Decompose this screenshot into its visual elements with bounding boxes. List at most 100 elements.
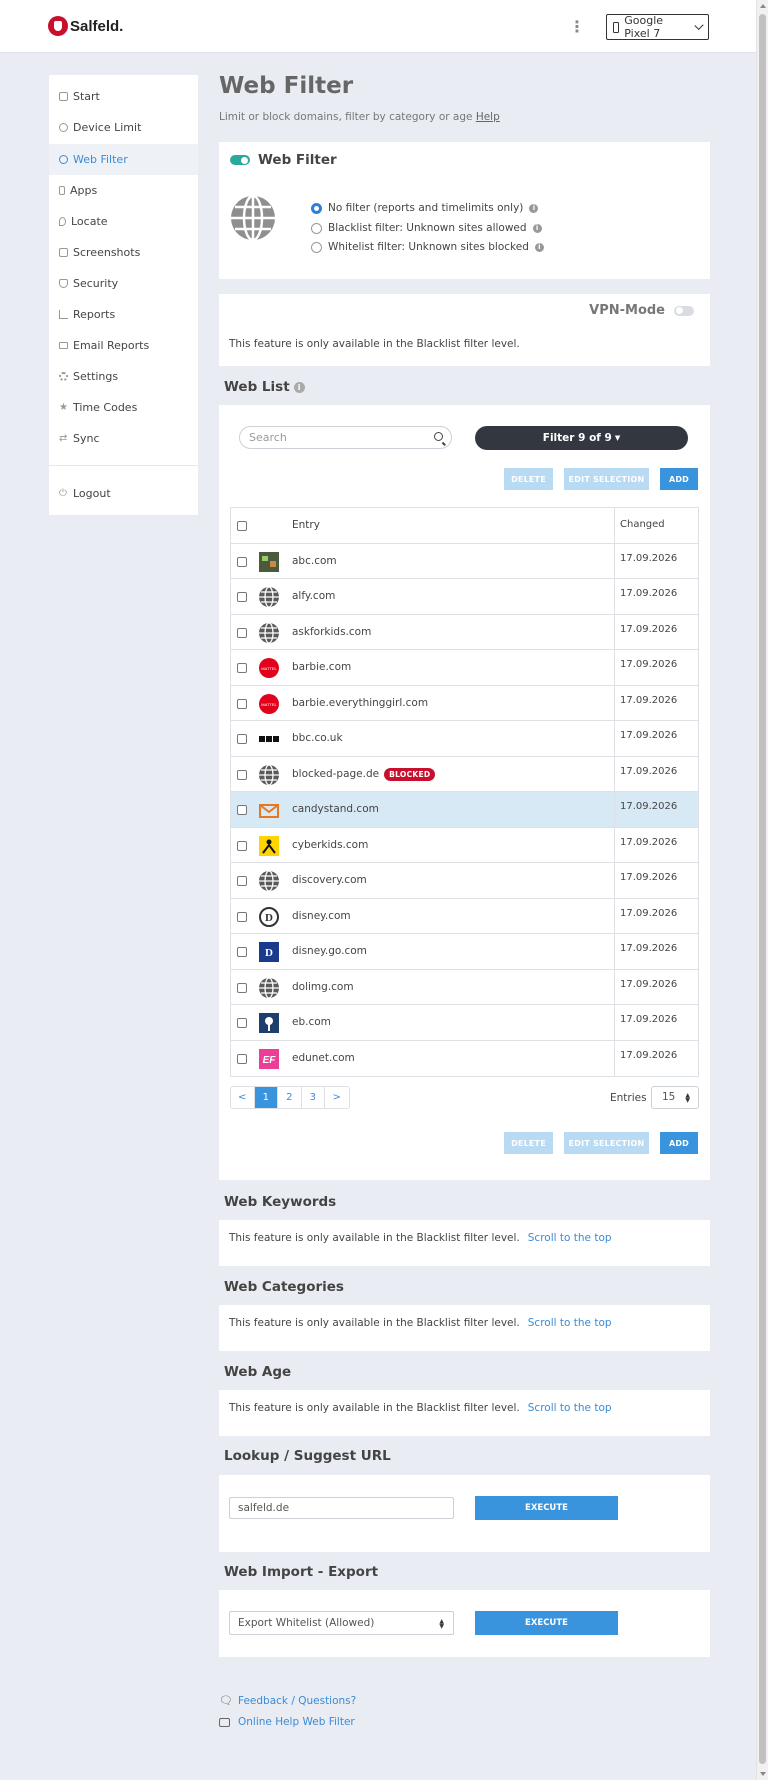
scroll-up-icon[interactable] xyxy=(760,4,766,8)
sidebar-item-sync[interactable]: ⇄ Sync xyxy=(49,423,198,454)
radio-whitelist-filter[interactable]: Whitelist filter: Unknown sites blocked … xyxy=(311,241,544,253)
row-checkbox[interactable] xyxy=(237,734,247,744)
sidebar-item-locate[interactable]: Locate xyxy=(49,206,198,237)
web-filter-toggle[interactable] xyxy=(230,155,250,165)
row-entry[interactable]: cyberkids.com xyxy=(292,839,368,851)
row-entry[interactable]: alfy.com xyxy=(292,590,335,602)
entries-per-page-select[interactable]: 15 ▲ ▼ xyxy=(651,1086,699,1109)
select-all-checkbox[interactable] xyxy=(237,521,247,531)
page-prev[interactable]: < xyxy=(231,1087,255,1108)
more-options-icon[interactable]: ⋮ xyxy=(569,18,585,36)
help-link[interactable]: Help xyxy=(476,111,500,123)
feedback-link[interactable]: 🗨 Feedback / Questions? xyxy=(219,1694,356,1707)
row-checkbox[interactable] xyxy=(237,1053,247,1064)
scroll-thumb[interactable] xyxy=(759,14,766,1764)
row-entry[interactable]: discovery.com xyxy=(292,874,367,886)
table-row[interactable]: EF edunet.com 17.09.2026 xyxy=(231,1040,698,1076)
table-row[interactable]: bbc.co.uk 17.09.2026 xyxy=(231,721,698,757)
sidebar-item-screenshots[interactable]: Screenshots xyxy=(49,237,198,268)
edit-selection-button-top[interactable]: EDIT SELECTION xyxy=(564,468,649,490)
sidebar-item-settings[interactable]: Settings xyxy=(49,361,198,392)
row-checkbox[interactable] xyxy=(237,840,247,851)
table-row[interactable]: askforkids.com 17.09.2026 xyxy=(231,614,698,650)
import-export-execute-button[interactable]: EXECUTE xyxy=(475,1611,618,1635)
radio-blacklist-filter[interactable]: Blacklist filter: Unknown sites allowed … xyxy=(311,222,542,234)
sidebar-item-start[interactable]: Start xyxy=(49,81,198,112)
radio-button[interactable] xyxy=(311,202,322,214)
row-entry[interactable]: disney.com xyxy=(292,910,351,922)
row-entry[interactable]: candystand.com xyxy=(292,803,379,815)
sidebar-item-device-limit[interactable]: Device Limit xyxy=(49,112,198,143)
radio-button[interactable] xyxy=(311,241,322,253)
row-checkbox[interactable] xyxy=(237,982,247,993)
table-row[interactable]: Ddisney.go.com 17.09.2026 xyxy=(231,934,698,970)
row-entry[interactable]: edunet.com xyxy=(292,1052,355,1064)
sidebar-item-email-reports[interactable]: Email Reports xyxy=(49,330,198,361)
row-entry[interactable]: dolimg.com xyxy=(292,981,354,993)
table-row[interactable]: discovery.com 17.09.2026 xyxy=(231,863,698,899)
delete-button-bottom[interactable]: DELETE xyxy=(504,1132,553,1154)
sidebar-item-apps[interactable]: Apps xyxy=(49,175,198,206)
info-icon[interactable]: i xyxy=(293,381,305,393)
row-entry[interactable]: bbc.co.uk xyxy=(292,732,343,744)
table-row[interactable]: cyberkids.com 17.09.2026 xyxy=(231,827,698,863)
table-row[interactable]: alfy.com 17.09.2026 xyxy=(231,579,698,615)
scroll-down-icon[interactable] xyxy=(760,1772,766,1776)
row-entry[interactable]: askforkids.com xyxy=(292,626,371,638)
row-checkbox[interactable] xyxy=(237,556,247,567)
table-row[interactable]: MATTEL barbie.everythinggirl.com 17.09.202… xyxy=(231,685,698,721)
vpn-mode-toggle[interactable] xyxy=(674,305,694,316)
online-help-link[interactable]: Online Help Web Filter xyxy=(219,1716,355,1728)
row-entry[interactable]: eb.com xyxy=(292,1016,331,1028)
row-checkbox[interactable] xyxy=(237,627,247,638)
page-scrollbar[interactable] xyxy=(756,0,768,1780)
import-export-select[interactable]: Export Whitelist (Allowed) ▲ ▼ xyxy=(229,1611,454,1635)
search-input[interactable]: Search xyxy=(239,426,452,449)
row-entry[interactable]: barbie.com xyxy=(292,661,351,673)
lookup-execute-button[interactable]: EXECUTE xyxy=(475,1496,618,1520)
page-next[interactable]: > xyxy=(325,1087,349,1108)
sidebar-item-security[interactable]: Security xyxy=(49,268,198,299)
row-entry[interactable]: abc.com xyxy=(292,555,337,567)
table-row[interactable]: candystand.com 17.09.2026 xyxy=(231,792,698,828)
brand-logo[interactable]: Salfeld. xyxy=(48,16,123,36)
info-icon[interactable]: i xyxy=(534,242,544,252)
add-button-top[interactable]: ADD xyxy=(660,468,698,490)
sidebar-item-time-codes[interactable]: ★ Time Codes xyxy=(49,392,198,423)
scroll-to-top-link[interactable]: Scroll to the top xyxy=(528,1402,612,1414)
row-checkbox[interactable] xyxy=(237,769,247,780)
page-3[interactable]: 3 xyxy=(302,1087,325,1108)
table-row[interactable]: abc.com 17.09.2026 xyxy=(231,543,698,579)
page-2[interactable]: 2 xyxy=(278,1087,302,1108)
row-checkbox[interactable] xyxy=(237,876,247,886)
row-entry[interactable]: disney.go.com xyxy=(292,945,367,957)
sidebar-item-reports[interactable]: Reports xyxy=(49,299,198,330)
row-checkbox[interactable] xyxy=(237,911,247,922)
table-row[interactable]: eb.com 17.09.2026 xyxy=(231,1005,698,1041)
table-row[interactable]: Ddisney.com 17.09.2026 xyxy=(231,898,698,934)
scroll-to-top-link[interactable]: Scroll to the top xyxy=(528,1317,612,1329)
search-icon[interactable] xyxy=(434,432,443,441)
row-checkbox[interactable] xyxy=(237,947,247,957)
row-checkbox[interactable] xyxy=(237,1018,247,1028)
radio-no-filter[interactable]: No filter (reports and timelimits only) … xyxy=(311,202,539,214)
device-selector[interactable]: Google Pixel 7 xyxy=(606,14,709,40)
sidebar-item-web-filter[interactable]: Web Filter xyxy=(49,144,198,175)
lookup-url-input[interactable]: salfeld.de xyxy=(229,1497,454,1519)
row-checkbox[interactable] xyxy=(237,698,247,709)
sidebar-item-logout[interactable]: ⏻ Logout xyxy=(49,478,198,509)
table-row[interactable]: blocked-page.de BLOCKED 17.09.2026 xyxy=(231,756,698,792)
scroll-to-top-link[interactable]: Scroll to the top xyxy=(528,1232,612,1244)
filter-dropdown-button[interactable]: Filter 9 of 9 ▼ xyxy=(475,426,688,450)
delete-button-top[interactable]: DELETE xyxy=(504,468,553,490)
row-checkbox[interactable] xyxy=(237,805,247,815)
table-row[interactable]: dolimg.com 17.09.2026 xyxy=(231,969,698,1005)
info-icon[interactable]: i xyxy=(532,223,542,233)
table-row[interactable]: MATTEL barbie.com 17.09.2026 xyxy=(231,650,698,686)
page-1[interactable]: 1 xyxy=(254,1087,278,1108)
edit-selection-button-bottom[interactable]: EDIT SELECTION xyxy=(564,1132,649,1154)
info-icon[interactable]: i xyxy=(529,203,539,213)
row-entry[interactable]: blocked-page.de BLOCKED xyxy=(292,767,436,781)
row-checkbox[interactable] xyxy=(237,592,247,602)
row-entry[interactable]: barbie.everythinggirl.com xyxy=(292,697,428,709)
